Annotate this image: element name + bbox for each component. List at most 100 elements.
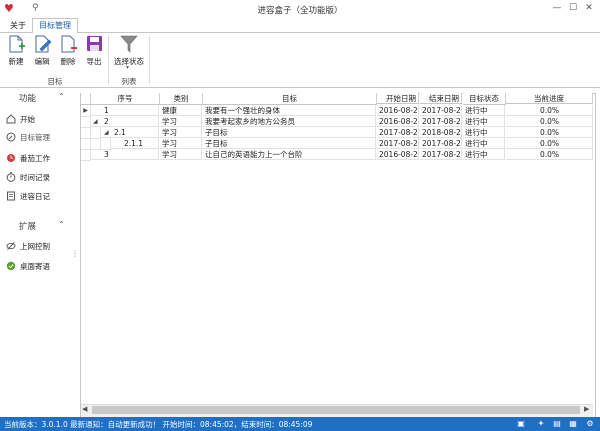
ribbon-group-separator	[149, 36, 150, 84]
cell-category[interactable]: 学习	[160, 138, 202, 149]
chart-icon[interactable]: ▤	[552, 419, 562, 429]
scrollbar-thumb[interactable]	[92, 406, 580, 414]
chevron-up-icon[interactable]: ⌃	[58, 220, 65, 229]
cell-start-date[interactable]: 2016-08-21	[377, 149, 419, 160]
filter-icon	[120, 35, 138, 53]
cell-progress[interactable]: 0.0%	[506, 149, 593, 160]
home-icon	[6, 114, 16, 124]
cell-no[interactable]: 2.1	[101, 127, 159, 138]
row-indicator	[81, 149, 91, 161]
column-header-goal[interactable]: 目标	[203, 93, 377, 105]
collapse-triangle-icon[interactable]: ◢	[93, 118, 98, 125]
cell-no[interactable]: 1	[91, 105, 159, 116]
cell-no[interactable]: 2.1.1	[111, 138, 159, 149]
ribbon-group-separator	[108, 36, 109, 84]
edit-button[interactable]: 编辑	[29, 35, 55, 67]
eye-off-icon	[6, 242, 16, 250]
sidebar-item-diary[interactable]: 进容日记	[4, 190, 74, 203]
cell-end-date[interactable]: 2017-08-21	[420, 138, 462, 149]
sidebar-section-extensions[interactable]: 扩展 ⌃	[0, 220, 76, 234]
delete-icon	[61, 35, 77, 53]
scroll-right-arrow-icon[interactable]: ▶	[584, 405, 589, 413]
chevron-up-icon[interactable]: ⌃	[58, 92, 65, 101]
settings-icon[interactable]: ⚙	[585, 419, 595, 429]
sidebar-item-desktop-message[interactable]: 桌面寄语	[4, 260, 74, 273]
clock-icon	[7, 154, 15, 162]
cell-progress[interactable]: 0.0%	[506, 105, 593, 116]
cell-category[interactable]: 健康	[160, 105, 202, 116]
bulb-icon[interactable]: ✦	[536, 419, 546, 429]
select-state-button[interactable]: 选择状态	[114, 35, 144, 67]
cell-start-date[interactable]: 2016-08-21	[377, 105, 419, 116]
tab-goal-management[interactable]: 目标管理	[32, 18, 78, 34]
cell-start-date[interactable]: 2017-08-21	[377, 138, 419, 149]
column-header-state[interactable]: 目标状态	[463, 93, 506, 105]
new-button-label: 新建	[8, 57, 24, 66]
cell-category[interactable]: 学习	[160, 149, 202, 160]
lock-icon[interactable]: ▦	[568, 419, 578, 429]
column-header-category[interactable]: 类别	[160, 93, 203, 105]
delete-button[interactable]: 删除	[55, 35, 81, 67]
new-file-icon	[9, 35, 25, 53]
new-button[interactable]: 新建	[3, 35, 29, 67]
row-indicator-header	[81, 93, 91, 105]
tab-about[interactable]: 关于	[4, 19, 32, 32]
sidebar-item-label: 时间记录	[20, 173, 50, 182]
cell-end-date[interactable]: 2017-08-21	[420, 105, 462, 116]
cell-no[interactable]: 2	[91, 116, 159, 127]
cell-state[interactable]: 进行中	[463, 105, 505, 116]
edit-button-label: 编辑	[34, 57, 50, 66]
column-header-end-date[interactable]: 结束日期	[420, 93, 462, 104]
sidebar-item-label: 目标管理	[20, 133, 50, 142]
sidebar-item-label: 番茄工作	[20, 154, 50, 163]
sidebar-item-internet-control[interactable]: 上网控制	[4, 240, 74, 253]
cell-end-date[interactable]: 2018-08-21	[420, 127, 462, 138]
sidebar-item-goal-management[interactable]: 目标管理	[4, 131, 74, 144]
export-button[interactable]: 导出	[81, 35, 107, 67]
cell-category[interactable]: 学习	[160, 116, 202, 127]
monitor-icon[interactable]: ▣	[516, 419, 526, 429]
cell-progress[interactable]: 0.0%	[506, 138, 593, 149]
cell-state[interactable]: 进行中	[463, 138, 505, 149]
cell-state[interactable]: 进行中	[463, 127, 505, 138]
sidebar-item-time-record[interactable]: 时间记录	[4, 171, 74, 184]
sidebar-resize-grip-icon[interactable]: ⋮	[71, 249, 79, 258]
cell-goal[interactable]: 让自己的英语能力上一个台阶	[203, 149, 376, 160]
cell-state[interactable]: 进行中	[463, 116, 505, 127]
cell-progress[interactable]: 0.0%	[506, 116, 593, 127]
scroll-left-arrow-icon[interactable]: ◀	[82, 405, 87, 413]
close-icon[interactable]: ✕	[582, 2, 596, 15]
cell-goal[interactable]: 子目标	[203, 127, 376, 138]
ribbon-tab-bar	[0, 18, 600, 33]
maximize-icon[interactable]: ☐	[566, 2, 580, 15]
cell-progress[interactable]: 0.0%	[506, 127, 593, 138]
export-button-label: 导出	[86, 57, 102, 66]
cell-category[interactable]: 学习	[160, 127, 202, 138]
cell-start-date[interactable]: 2016-08-21	[377, 116, 419, 127]
cell-goal[interactable]: 我要考起家乡的地方公务员	[203, 116, 376, 127]
window-title: 进容盒子（全功能版）	[257, 6, 343, 16]
sidebar-item-tomato-work[interactable]: 番茄工作	[4, 152, 74, 165]
cell-end-date[interactable]: 2017-08-21	[420, 149, 462, 160]
cell-end-date[interactable]: 2017-08-21	[420, 116, 462, 127]
collapse-triangle-icon[interactable]: ◢	[104, 129, 109, 136]
edit-icon	[35, 35, 52, 53]
sidebar-item-label: 桌面寄语	[20, 262, 50, 271]
cell-no[interactable]: 3	[91, 149, 159, 160]
column-header-start-date[interactable]: 开始日期	[377, 93, 419, 104]
sidebar-section-title: 扩展	[19, 222, 37, 232]
cell-goal[interactable]: 子目标	[203, 138, 376, 149]
sidebar-section-functions[interactable]: 功能 ⌃	[0, 92, 76, 106]
minimize-icon[interactable]: —	[550, 2, 564, 15]
sidebar-item-start[interactable]: 开始	[4, 113, 74, 126]
cell-state[interactable]: 进行中	[463, 149, 505, 160]
cell-start-date[interactable]: 2017-08-21	[377, 127, 419, 138]
column-header-progress[interactable]: 当前进度	[506, 93, 593, 104]
notebook-icon	[7, 191, 15, 201]
compass-icon	[6, 132, 16, 142]
delete-button-label: 删除	[60, 57, 76, 66]
cell-goal[interactable]: 我要有一个强壮的身体	[203, 105, 376, 116]
sidebar-section-title: 功能	[19, 94, 37, 104]
column-header-no[interactable]: 序号	[91, 93, 160, 105]
save-disk-icon	[87, 36, 102, 51]
